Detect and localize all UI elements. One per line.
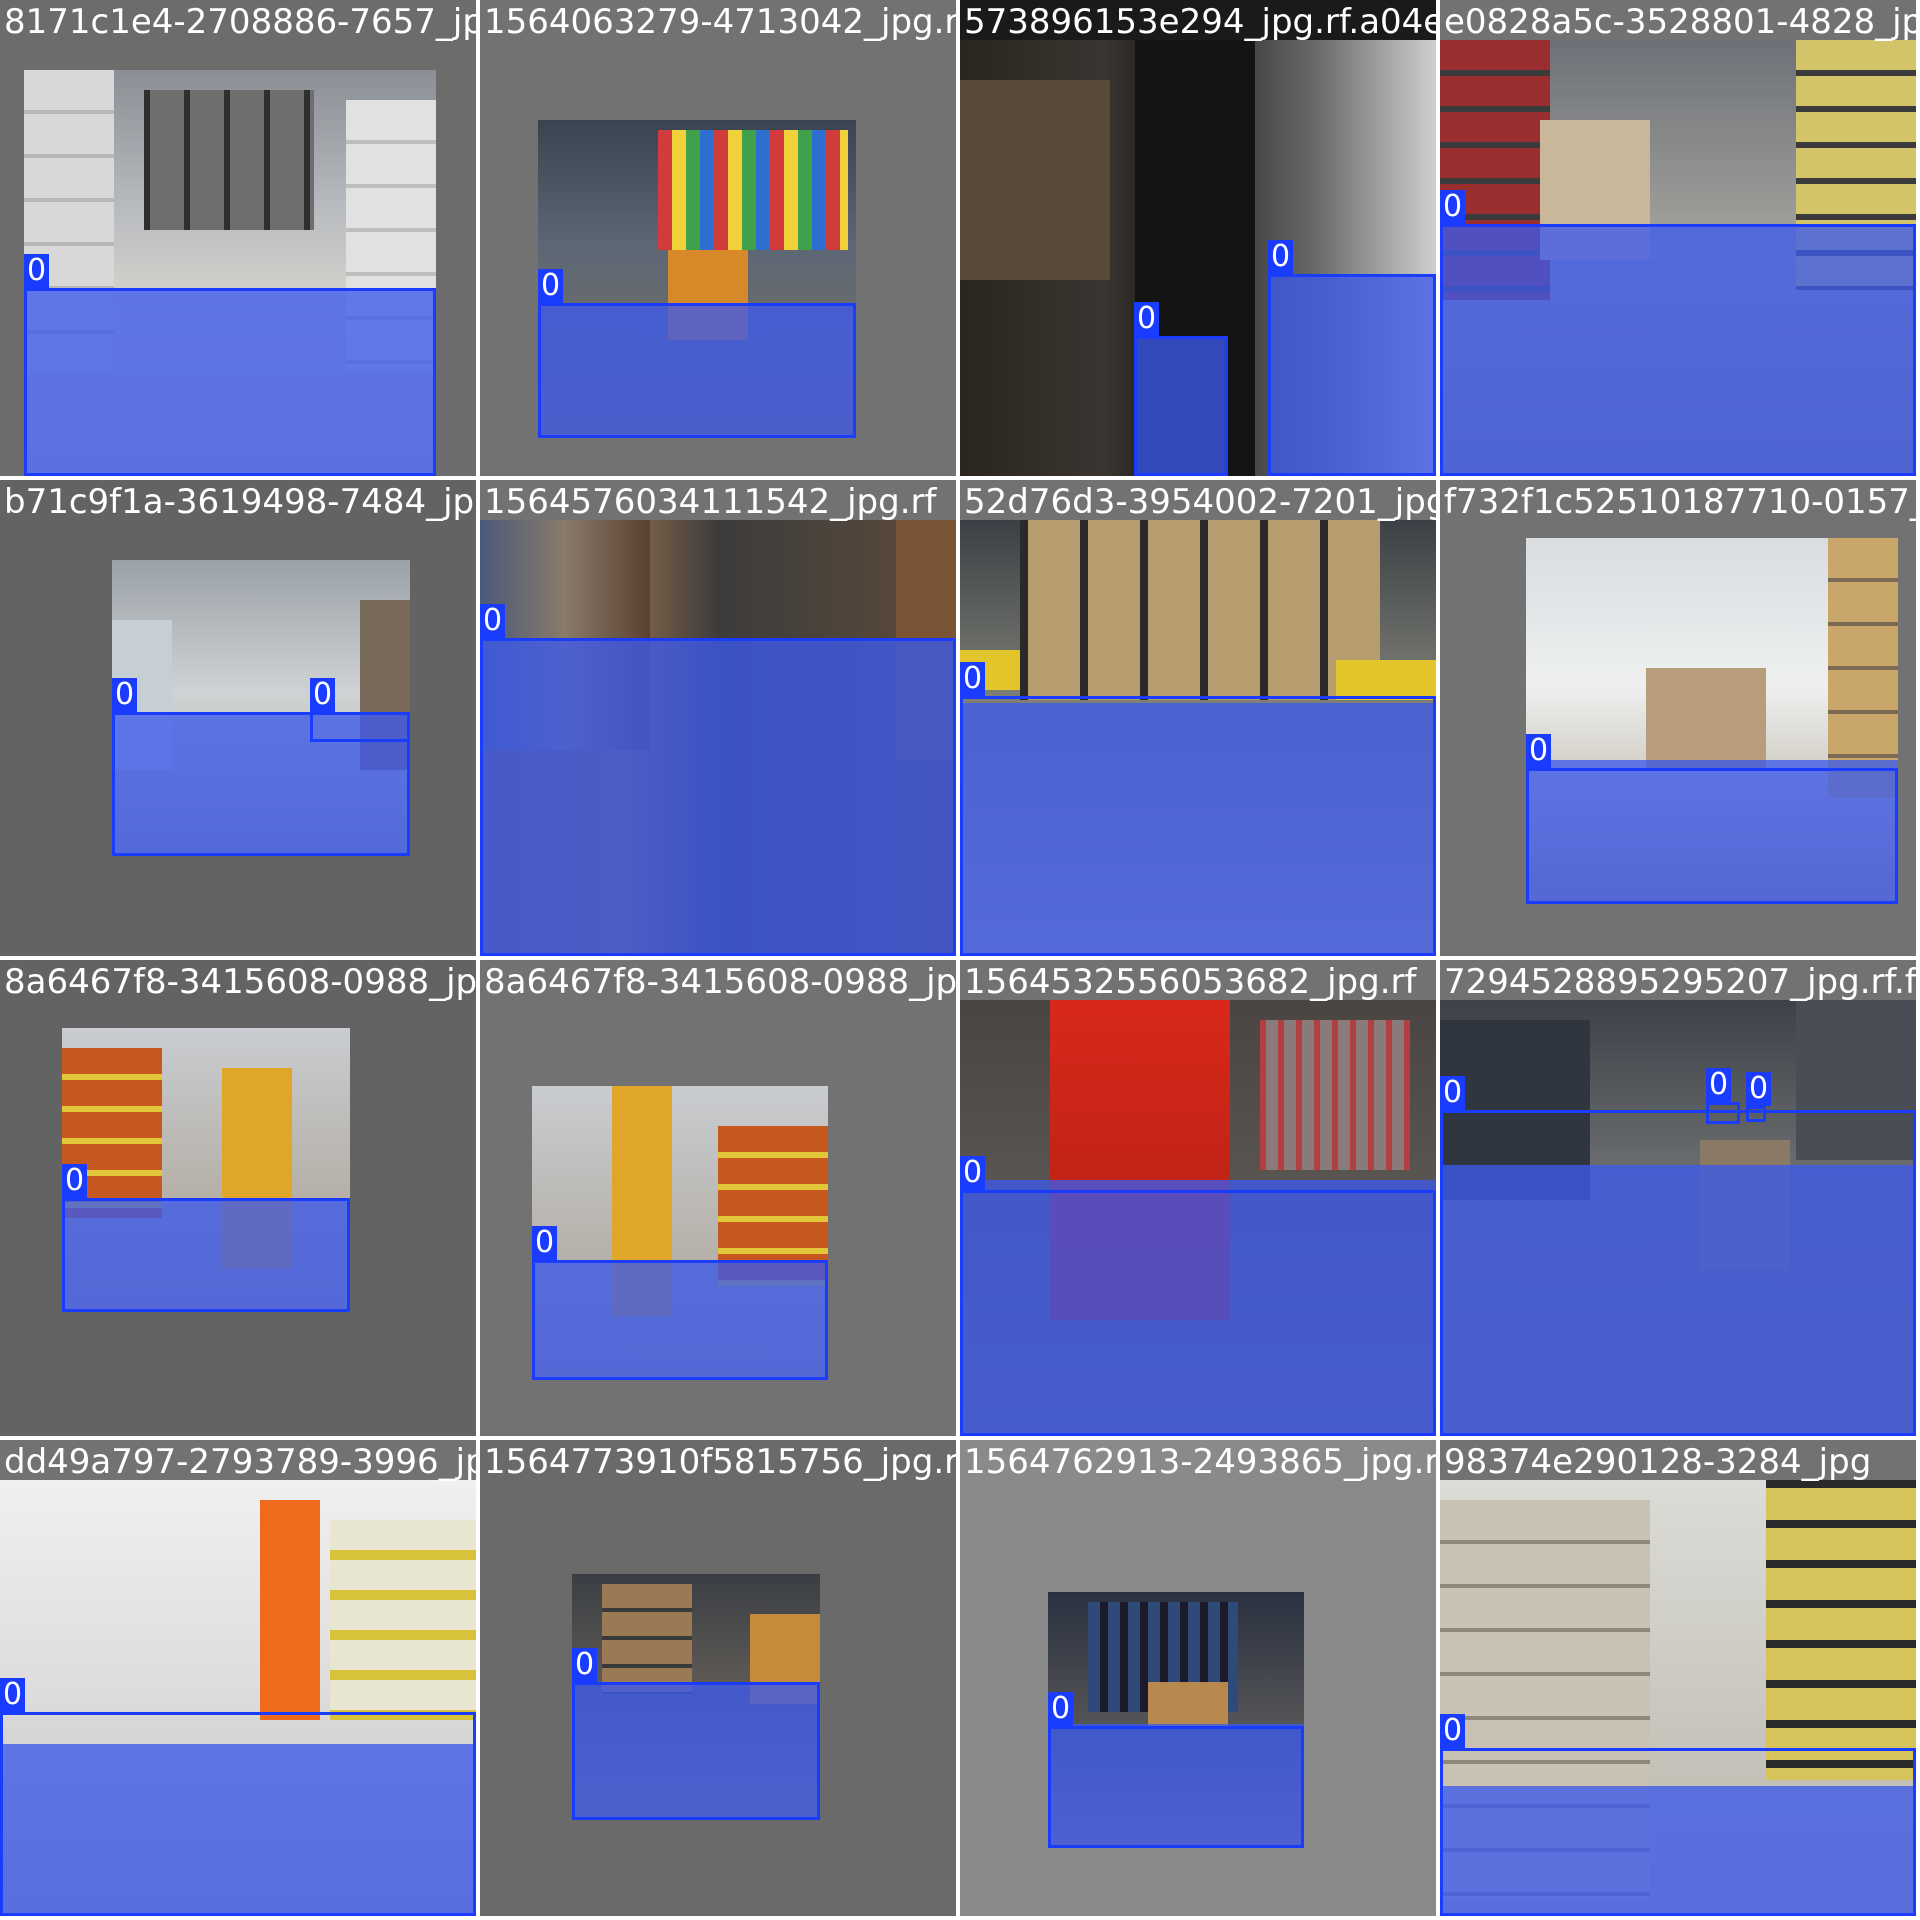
image-filename: 1564576034111542_jpg.rf xyxy=(484,482,937,522)
tile-9: 0 8a6467f8-3415608-0988_jpg xyxy=(0,960,476,1436)
detection-box xyxy=(1706,1102,1740,1124)
image-filename: 52d76d3-3954002-7201_jpg.rf xyxy=(964,482,1436,522)
detection-box xyxy=(24,288,436,476)
class-label: 0 xyxy=(960,662,986,696)
detection-box xyxy=(1526,768,1898,904)
tile-2: 0 1564063279-4713042_jpg.rf xyxy=(480,0,956,476)
tile-7: 0 52d76d3-3954002-7201_jpg.rf xyxy=(960,480,1436,956)
tile-14: 0 1564773910f5815756_jpg.rf xyxy=(480,1440,956,1916)
detection-box xyxy=(480,638,956,956)
image-filename: 573896153e294_jpg.rf.a04e xyxy=(964,2,1436,42)
detection-box xyxy=(1440,1110,1916,1436)
class-label: 0 xyxy=(1440,1076,1466,1110)
detection-box xyxy=(960,1190,1436,1436)
class-label: 0 xyxy=(1268,240,1294,274)
class-label: 0 xyxy=(1440,190,1466,224)
image-filename: 8a6467f8-3415608-0988_jpg xyxy=(484,962,956,1002)
image-filename: 7294528895295207_jpg.rf.f xyxy=(1444,962,1916,1002)
class-label: 0 xyxy=(960,1156,986,1190)
tile-16: 0 98374e290128-3284_jpg xyxy=(1440,1440,1916,1916)
image-filename: 1564762913-2493865_jpg.rf xyxy=(964,1442,1436,1482)
image-filename: 8a6467f8-3415608-0988_jpg xyxy=(4,962,476,1002)
class-label: 0 xyxy=(310,678,336,712)
image-filename: e0828a5c-3528801-4828_jpg xyxy=(1444,2,1916,42)
class-label: 0 xyxy=(0,1678,26,1712)
tile-11: 0 1564532556053682_jpg.rf xyxy=(960,960,1436,1436)
class-label: 0 xyxy=(1526,734,1552,768)
image-filename: b71c9f1a-3619498-7484_jpg xyxy=(4,482,476,522)
detection-box xyxy=(1440,1748,1916,1916)
prediction-grid: 0 8171c1e4-2708886-7657_jpg.rf 0 1564063… xyxy=(0,0,1920,1920)
detection-box xyxy=(62,1198,350,1312)
detection-box xyxy=(532,1260,828,1380)
class-label: 0 xyxy=(62,1164,88,1198)
tile-4: 0 e0828a5c-3528801-4828_jpg xyxy=(1440,0,1916,476)
detection-box xyxy=(310,712,410,742)
tile-10: 0 8a6467f8-3415608-0988_jpg xyxy=(480,960,956,1436)
detection-box xyxy=(1268,274,1436,476)
tile-1: 0 8171c1e4-2708886-7657_jpg.rf xyxy=(0,0,476,476)
tile-12: 0 0 0 7294528895295207_jpg.rf.f xyxy=(1440,960,1916,1436)
detection-box xyxy=(1134,336,1228,476)
class-label: 0 xyxy=(1706,1068,1732,1102)
detection-box xyxy=(1746,1106,1766,1122)
image-filename: 1564063279-4713042_jpg.rf xyxy=(484,2,956,42)
image-filename: f732f1c52510187710-0157_ xyxy=(1444,482,1916,522)
class-label: 0 xyxy=(1048,1692,1074,1726)
class-label: 0 xyxy=(24,254,50,288)
image-filename: 8171c1e4-2708886-7657_jpg.rf xyxy=(4,2,476,42)
tile-15: 0 1564762913-2493865_jpg.rf xyxy=(960,1440,1436,1916)
tile-13: 0 dd49a797-2793789-3996_jpg xyxy=(0,1440,476,1916)
detection-box xyxy=(1440,224,1916,476)
class-label: 0 xyxy=(480,604,506,638)
image-filename: 98374e290128-3284_jpg xyxy=(1444,1442,1872,1482)
class-label: 0 xyxy=(112,678,138,712)
class-label: 0 xyxy=(538,269,564,303)
tile-5: 0 0 b71c9f1a-3619498-7484_jpg xyxy=(0,480,476,956)
detection-box xyxy=(0,1712,476,1916)
detection-box xyxy=(572,1682,820,1820)
class-label: 0 xyxy=(572,1648,598,1682)
class-label: 0 xyxy=(532,1226,558,1260)
detection-box xyxy=(538,303,856,438)
detection-box xyxy=(1048,1726,1304,1848)
image-filename: dd49a797-2793789-3996_jpg xyxy=(4,1442,476,1482)
tile-6: 0 1564576034111542_jpg.rf xyxy=(480,480,956,956)
tile-8: 0 f732f1c52510187710-0157_ xyxy=(1440,480,1916,956)
class-label: 0 xyxy=(1746,1072,1772,1106)
detection-box xyxy=(960,696,1436,956)
image-filename: 1564773910f5815756_jpg.rf xyxy=(484,1442,956,1482)
tile-3: 0 0 573896153e294_jpg.rf.a04e xyxy=(960,0,1436,476)
class-label: 0 xyxy=(1134,302,1160,336)
class-label: 0 xyxy=(1440,1714,1466,1748)
image-filename: 1564532556053682_jpg.rf xyxy=(964,962,1417,1002)
